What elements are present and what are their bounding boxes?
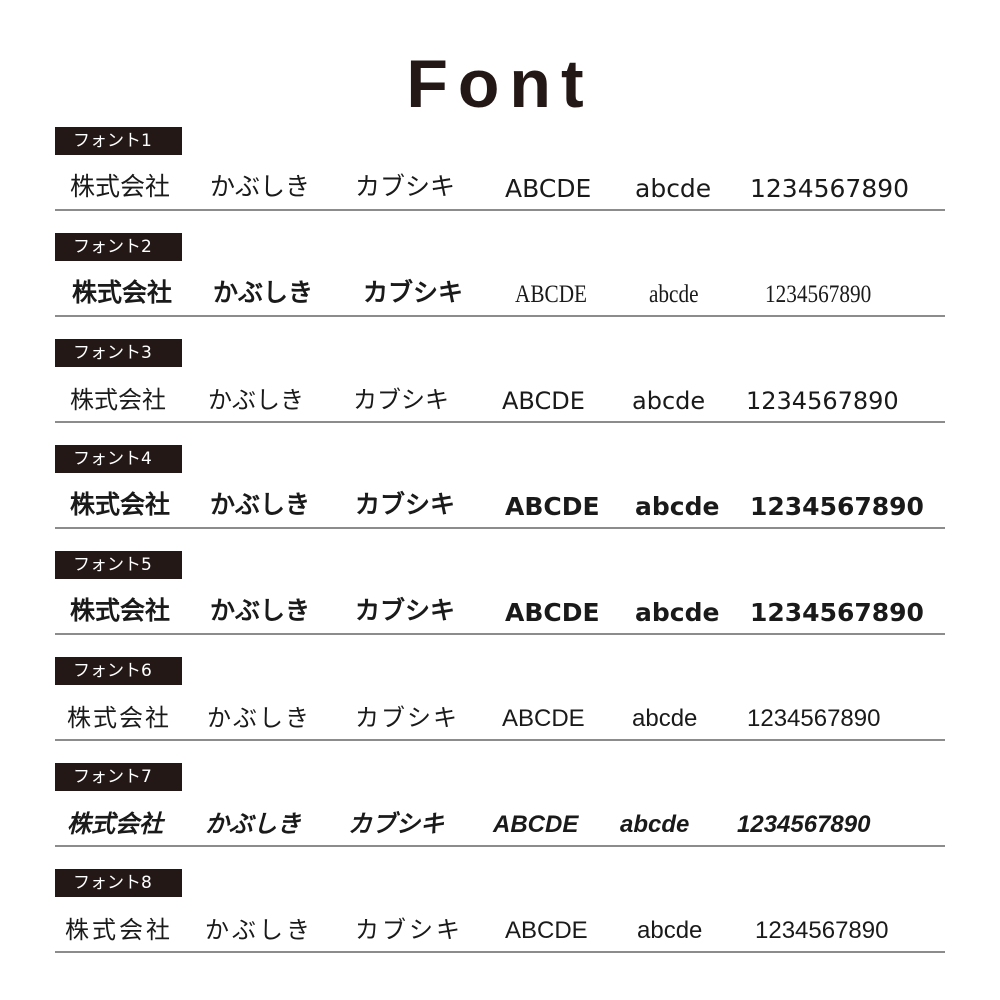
font-label: フォント2	[55, 233, 182, 261]
sample-digits: 1234567890	[765, 281, 872, 308]
sample-hiragana: かぶしき	[208, 386, 304, 414]
divider	[55, 209, 945, 211]
divider	[55, 421, 945, 423]
sample-lower: abcde	[632, 387, 706, 415]
font-label: フォント6	[55, 657, 182, 685]
font-label: フォント7	[55, 763, 182, 791]
font-label: フォント3	[55, 339, 182, 367]
sample-lower: abcde	[620, 811, 690, 838]
divider	[55, 845, 945, 847]
sample-lower: abcde	[632, 705, 698, 732]
font-label: フォント1	[55, 127, 182, 155]
sample-hiragana: かぶしき	[213, 278, 314, 307]
sample-upper: ABCDE	[502, 705, 585, 732]
font-sample-row: 株式会社 かぶしき カブシキ ABCDE abcde 1234567890	[55, 167, 945, 207]
sample-hiragana: かぶしき	[210, 172, 311, 201]
sample-upper: ABCDE	[505, 598, 600, 627]
font-label: フォント5	[55, 551, 182, 579]
font-label: フォント4	[55, 445, 182, 473]
font-sample-row: 株式会社 かぶしき カブシキ ABCDE abcde 1234567890	[55, 379, 945, 419]
font-section-8: フォント8 株式会社 かぶしき カブシキ ABCDE abcde 1234567890	[55, 869, 945, 953]
font-section-6: フォント6 株式会社 かぶしき カブシキ ABCDE abcde 1234567890	[55, 657, 945, 741]
sample-katakana: カブシキ	[348, 810, 444, 838]
sample-hiragana: かぶしき	[205, 810, 301, 838]
sample-digits: 1234567890	[750, 492, 924, 521]
sample-kanji: 株式会社	[70, 490, 171, 519]
sample-digits: 1234567890	[750, 598, 924, 627]
sample-hiragana: かぶしき	[210, 596, 311, 625]
sample-lower: abcde	[649, 281, 699, 308]
sample-katakana: カブシキ	[363, 278, 464, 307]
font-section-3: フォント3 株式会社 かぶしき カブシキ ABCDE abcde 1234567890	[55, 339, 945, 423]
font-sample-row: 株式会社 かぶしき カブシキ ABCDE abcde 1234567890	[55, 697, 945, 737]
sample-hiragana: かぶしき	[205, 916, 313, 944]
sample-lower: abcde	[635, 598, 720, 627]
sample-katakana: カブシキ	[355, 490, 456, 519]
sample-hiragana: かぶしき	[207, 704, 311, 732]
font-sample-row: 株式会社 かぶしき カブシキ ABCDE abcde 1234567890	[55, 909, 945, 949]
sample-kanji: 株式会社	[70, 386, 166, 414]
divider	[55, 739, 945, 741]
sample-katakana: カブシキ	[355, 916, 463, 944]
sample-katakana: カブシキ	[353, 386, 449, 414]
font-sample-row: 株式会社 かぶしき カブシキ ABCDE abcde 1234567890	[55, 591, 945, 631]
sample-upper: ABCDE	[502, 387, 585, 415]
divider	[55, 951, 945, 953]
sample-lower: abcde	[635, 492, 720, 521]
font-section-4: フォント4 株式会社 かぶしき カブシキ ABCDE abcde 1234567890	[55, 445, 945, 529]
sample-kanji: 株式会社	[72, 278, 173, 307]
font-section-7: フォント7 株式会社 かぶしき カブシキ ABCDE abcde 1234567890	[55, 763, 945, 847]
font-section-1: フォント1 株式会社 かぶしき カブシキ ABCDE abcde 1234567890	[55, 127, 945, 211]
sample-digits: 1234567890	[747, 705, 881, 732]
font-sample-row: 株式会社 かぶしき カブシキ ABCDE abcde 1234567890	[55, 803, 945, 843]
sample-digits: 1234567890	[755, 917, 889, 944]
sample-katakana: カブシキ	[355, 704, 459, 732]
sample-lower: abcde	[637, 917, 703, 944]
sample-digits: 1234567890	[750, 174, 910, 203]
sample-katakana: カブシキ	[355, 172, 456, 201]
font-sample-row: 株式会社 かぶしき カブシキ ABCDE abcde 1234567890	[55, 273, 945, 313]
font-section-2: フォント2 株式会社 かぶしき カブシキ ABCDE abcde 1234567890	[55, 233, 945, 317]
sample-kanji: 株式会社	[67, 810, 163, 838]
font-label: フォント8	[55, 869, 182, 897]
page-title: Font	[406, 46, 594, 122]
sample-upper: ABCDE	[505, 492, 600, 521]
sample-kanji: 株式会社	[65, 916, 173, 944]
sample-upper: ABCDE	[505, 174, 592, 203]
sample-upper: ABCDE	[515, 281, 588, 308]
divider	[55, 633, 945, 635]
sample-hiragana: かぶしき	[210, 490, 311, 519]
sample-kanji: 株式会社	[70, 596, 171, 625]
font-section-5: フォント5 株式会社 かぶしき カブシキ ABCDE abcde 1234567890	[55, 551, 945, 635]
sample-upper: ABCDE	[493, 811, 579, 838]
sample-upper: ABCDE	[505, 917, 588, 944]
sample-digits: 1234567890	[737, 811, 871, 838]
sample-katakana: カブシキ	[355, 596, 456, 625]
sample-lower: abcde	[635, 174, 712, 203]
sample-digits: 1234567890	[746, 387, 899, 415]
sample-kanji: 株式会社	[67, 704, 171, 732]
font-sample-row: 株式会社 かぶしき カブシキ ABCDE abcde 1234567890	[55, 485, 945, 525]
divider	[55, 527, 945, 529]
sample-kanji: 株式会社	[70, 172, 171, 201]
divider	[55, 315, 945, 317]
